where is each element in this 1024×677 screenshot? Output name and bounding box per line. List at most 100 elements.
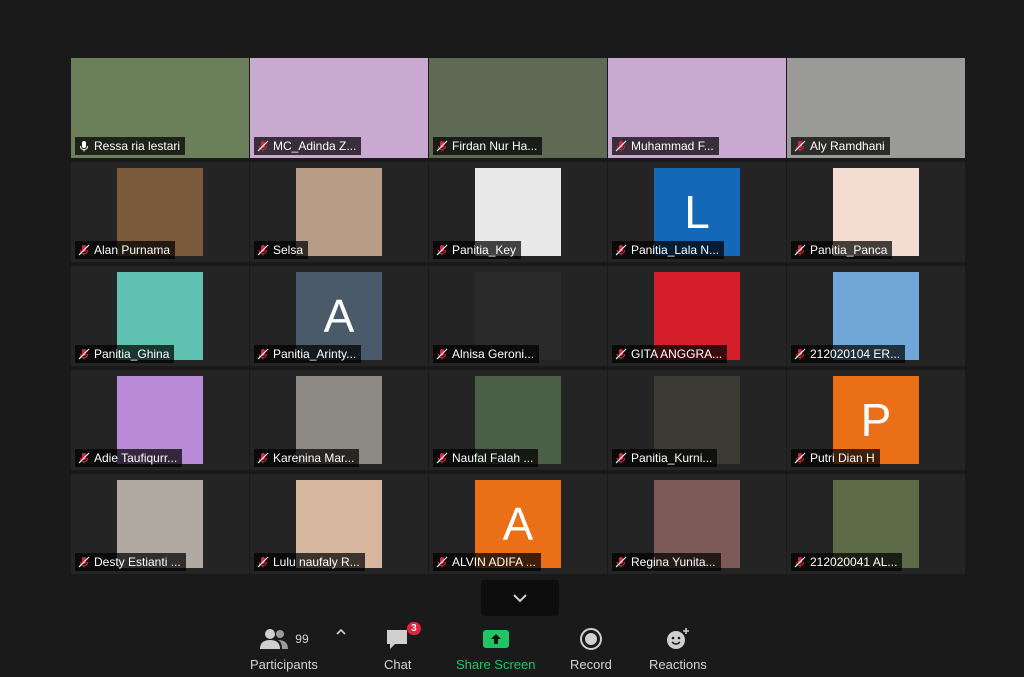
participant-name-label: Desty Estianti ...	[75, 553, 186, 571]
participants-label: Participants	[250, 657, 318, 672]
muted-microphone-icon	[78, 556, 90, 568]
muted-microphone-icon	[257, 244, 269, 256]
participant-tile[interactable]: Selsa	[250, 162, 428, 262]
muted-microphone-icon	[615, 140, 627, 152]
microphone-icon	[80, 141, 88, 152]
muted-microphone-icon	[436, 452, 448, 464]
participant-name-label: Alnisa Geroni...	[433, 345, 540, 363]
participant-tile[interactable]: GITA ANGGRA...	[608, 266, 786, 366]
muted-microphone-icon	[615, 556, 627, 568]
participant-name: Alan Purnama	[94, 243, 171, 257]
participant-tile[interactable]: Alnisa Geroni...	[429, 266, 607, 366]
participant-name-label: Muhammad F...	[612, 137, 719, 155]
muted-microphone-icon	[794, 244, 806, 256]
participant-tile[interactable]: A ALVIN ADIFA ...	[429, 474, 607, 574]
participants-options-button[interactable]	[336, 628, 346, 636]
participant-name: Panitia_Kurni...	[631, 451, 713, 465]
muted-microphone-icon	[257, 140, 269, 152]
participant-name: Firdan Nur Ha...	[452, 139, 538, 153]
collapse-gallery-button[interactable]	[481, 580, 559, 616]
chevron-up-icon	[336, 628, 346, 635]
participant-tile[interactable]: Panitia_Ghina	[71, 266, 249, 366]
muted-microphone-icon	[615, 244, 627, 256]
muted-microphone-icon	[794, 452, 806, 464]
participant-name: Regina Yunita...	[631, 555, 716, 569]
participant-profile-picture	[296, 168, 382, 256]
participant-tile[interactable]: Alan Purnama	[71, 162, 249, 262]
chat-badge: 3	[407, 622, 421, 635]
chevron-down-icon	[513, 594, 527, 603]
muted-microphone-icon	[436, 244, 448, 256]
participant-name-label: GITA ANGGRA...	[612, 345, 728, 363]
muted-microphone-icon	[794, 348, 806, 360]
muted-microphone-icon	[78, 348, 90, 360]
participant-name-label: Ressa ria lestari	[75, 137, 186, 155]
participant-name-label: Regina Yunita...	[612, 553, 721, 571]
participant-name-label: Alan Purnama	[75, 241, 176, 259]
participant-tile[interactable]: Ressa ria lestari	[71, 58, 249, 158]
participant-name-label: Aly Ramdhani	[791, 137, 890, 155]
participant-tile[interactable]: MC_Adinda Z...	[250, 58, 428, 158]
participant-name: Panitia_Ghina	[94, 347, 170, 361]
participant-tile[interactable]: P Putri Dian H	[787, 370, 965, 470]
muted-microphone-icon	[794, 140, 806, 152]
participant-tile[interactable]: Aly Ramdhani	[787, 58, 965, 158]
participant-tile[interactable]: Adie Taufiqurr...	[71, 370, 249, 470]
participant-name: Putri Dian H	[810, 451, 875, 465]
muted-microphone-icon	[78, 244, 90, 256]
participant-name-label: Karenina Mar...	[254, 449, 360, 467]
participant-name: Desty Estianti ...	[94, 555, 181, 569]
participant-tile[interactable]: L Panitia_Lala N...	[608, 162, 786, 262]
participant-name: Aly Ramdhani	[810, 139, 885, 153]
share-screen-button[interactable]: Share Screen	[456, 626, 536, 672]
participant-name: Karenina Mar...	[273, 451, 355, 465]
muted-microphone-icon	[615, 452, 627, 464]
participant-name-label: Lulu naufaly R...	[254, 553, 365, 571]
muted-microphone-icon	[257, 556, 269, 568]
record-icon	[579, 628, 602, 650]
muted-microphone-icon	[436, 140, 448, 152]
reactions-button[interactable]: Reactions	[649, 626, 707, 672]
muted-microphone-icon	[78, 452, 90, 464]
participant-name: GITA ANGGRA...	[631, 347, 723, 361]
participant-name: ALVIN ADIFA ...	[452, 555, 536, 569]
participant-tile[interactable]: Desty Estianti ...	[71, 474, 249, 574]
participant-name: 212020104 ER...	[810, 347, 901, 361]
participant-tile[interactable]: Firdan Nur Ha...	[429, 58, 607, 158]
chat-button[interactable]: 3 Chat	[384, 622, 421, 672]
reactions-label: Reactions	[649, 657, 707, 672]
participant-name: Adie Taufiqurr...	[94, 451, 178, 465]
participant-tile[interactable]: A Panitia_Arinty...	[250, 266, 428, 366]
participant-tile[interactable]: Panitia_Key	[429, 162, 607, 262]
participants-grid: Ressa ria lestari MC_Adinda Z... Firdan Nu…	[71, 58, 965, 574]
participant-name-label: Adie Taufiqurr...	[75, 449, 183, 467]
participant-name: Panitia_Key	[452, 243, 517, 257]
participants-button[interactable]: 99 Participants	[250, 626, 318, 672]
participant-tile[interactable]: Karenina Mar...	[250, 370, 428, 470]
record-label: Record	[570, 657, 612, 672]
participant-name-label: Putri Dian H	[791, 449, 880, 467]
participant-tile[interactable]: Muhammad F...	[608, 58, 786, 158]
muted-microphone-icon	[794, 556, 806, 568]
share-screen-icon	[482, 630, 509, 648]
participant-name-label: 212020104 ER...	[791, 345, 906, 363]
record-button[interactable]: Record	[570, 626, 612, 672]
participant-tile[interactable]: Naufal Falah ...	[429, 370, 607, 470]
participant-name-label: 212020041 AL...	[791, 553, 903, 571]
participant-name-label: Panitia_Lala N...	[612, 241, 725, 259]
muted-microphone-icon	[257, 348, 269, 360]
participant-name: Panitia_Panca	[810, 243, 888, 257]
participant-name: Selsa	[273, 243, 304, 257]
meeting-toolbar: 99 Participants 3 Chat Share Screen Reco…	[0, 622, 1024, 677]
participant-name: Naufal Falah ...	[452, 451, 534, 465]
participant-tile[interactable]: Lulu naufaly R...	[250, 474, 428, 574]
participant-tile[interactable]: Panitia_Kurni...	[608, 370, 786, 470]
participant-tile[interactable]: 212020041 AL...	[787, 474, 965, 574]
participant-name: MC_Adinda Z...	[273, 139, 357, 153]
chat-label: Chat	[384, 657, 412, 672]
participant-tile[interactable]: Regina Yunita...	[608, 474, 786, 574]
participant-name: Alnisa Geroni...	[452, 347, 535, 361]
participant-name-label: Panitia_Kurni...	[612, 449, 718, 467]
participant-tile[interactable]: Panitia_Panca	[787, 162, 965, 262]
participant-tile[interactable]: 212020104 ER...	[787, 266, 965, 366]
